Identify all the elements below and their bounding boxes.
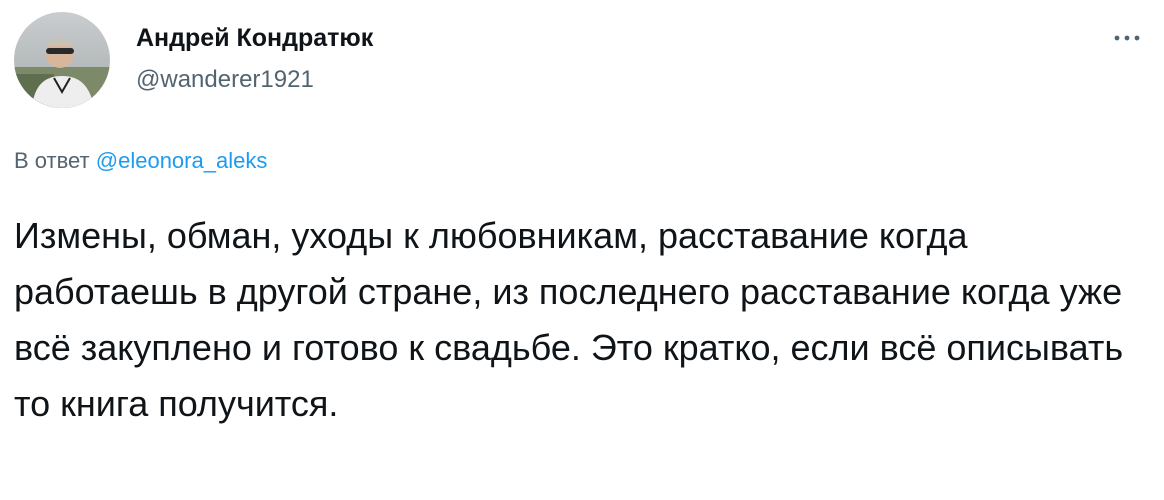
tweet-body-text: Измены, обман, уходы к любовникам, расст… bbox=[14, 215, 1124, 424]
tweet-card: Андрей Кондратюк @wanderer1921 В ответ @… bbox=[0, 0, 1164, 500]
author-handle[interactable]: @wanderer1921 bbox=[136, 66, 314, 94]
reply-prefix: В ответ bbox=[14, 148, 90, 173]
reply-mention-link[interactable]: @eleonora_aleks bbox=[96, 148, 268, 173]
more-horizontal-icon bbox=[1114, 35, 1140, 41]
author-avatar[interactable] bbox=[14, 12, 110, 108]
more-options-button[interactable] bbox=[1112, 28, 1142, 48]
reply-context: В ответ @eleonora_aleks bbox=[14, 148, 267, 174]
user-avatar-photo bbox=[14, 12, 110, 108]
author-display-name[interactable]: Андрей Кондратюк bbox=[136, 24, 373, 53]
